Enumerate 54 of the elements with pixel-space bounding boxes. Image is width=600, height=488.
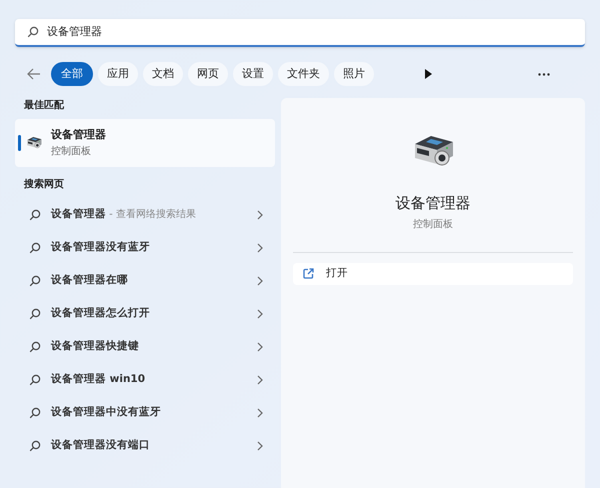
web-search-item[interactable]: 设备管理器 - 查看网络搜索结果 [15, 198, 275, 231]
web-search-item[interactable]: 设备管理器快捷键 [15, 330, 275, 363]
external-link-icon [303, 268, 314, 279]
suggestion-text: 设备管理器 win10 [51, 372, 146, 387]
search-icon [29, 440, 41, 452]
web-search-item[interactable]: 设备管理器在哪 [15, 264, 275, 297]
detail-title: 设备管理器 [396, 193, 470, 214]
search-field[interactable]: 设备管理器 [15, 18, 585, 46]
search-icon [27, 26, 39, 38]
suggestion-text: 设备管理器没有蓝牙 [51, 240, 151, 255]
item-title: 设备管理器 [51, 127, 106, 144]
filter-tab[interactable]: 全部 [51, 62, 93, 86]
suggestion-text: 设备管理器 - 查看网络搜索结果 [51, 206, 197, 222]
filter-tab[interactable]: 照片 [334, 62, 374, 86]
search-icon [29, 274, 41, 286]
filter-tab[interactable]: 网页 [188, 62, 228, 86]
chevron-right-icon [257, 308, 263, 318]
filter-tab[interactable]: 文件夹 [278, 62, 329, 86]
web-search-item[interactable]: 设备管理器中没有蓝牙 [15, 396, 275, 429]
web-search-item[interactable]: 设备管理器怎么打开 [15, 297, 275, 330]
chevron-right-icon [257, 242, 263, 252]
chevron-right-icon [257, 440, 263, 450]
search-icon [29, 208, 41, 220]
chevron-right-icon [257, 374, 263, 384]
suggestion-text: 设备管理器中没有蓝牙 [51, 404, 162, 420]
web-search-item[interactable]: 设备管理器没有蓝牙 [15, 231, 275, 264]
filter-tab[interactable]: 文档 [143, 62, 183, 86]
back-arrow-icon[interactable] [27, 68, 41, 80]
filter-tab[interactable]: 应用 [98, 62, 138, 86]
detail-subtitle: 控制面板 [413, 218, 453, 232]
chevron-right-icon [257, 210, 263, 220]
chevron-right-icon [257, 408, 263, 418]
more-icon[interactable] [538, 72, 550, 76]
section-heading: 最佳匹配 [23, 98, 65, 113]
best-match-item[interactable]: 设备管理器 控制面板 [15, 119, 275, 167]
web-search-item[interactable]: 设备管理器没有端口 [15, 429, 275, 462]
selection-indicator [18, 135, 21, 151]
suggestion-text: 设备管理器怎么打开 [51, 306, 151, 321]
filter-tab[interactable]: 设置 [233, 62, 273, 86]
suggestion-text: 设备管理器在哪 [51, 272, 129, 288]
search-icon [29, 308, 41, 320]
chevron-right-icon [257, 276, 263, 286]
suggestion-text: 设备管理器快捷键 [51, 338, 140, 354]
item-subtitle: 控制面板 [51, 144, 92, 159]
web-search-item[interactable]: 设备管理器 win10 [15, 363, 275, 396]
suggestion-text: 设备管理器没有端口 [51, 438, 151, 453]
chevron-right-icon [257, 342, 263, 352]
play-icon[interactable] [424, 69, 432, 79]
search-icon [29, 242, 41, 254]
section-heading: 搜索网页 [22, 178, 65, 192]
open-action[interactable]: 打开 [293, 262, 573, 284]
search-icon [29, 374, 41, 386]
search-icon [29, 340, 41, 352]
search-icon [29, 406, 41, 418]
